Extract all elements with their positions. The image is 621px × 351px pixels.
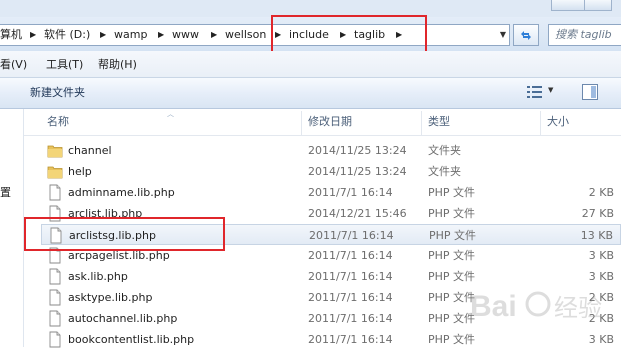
column-divider[interactable]: [301, 111, 302, 136]
baidu-watermark-logo: Bai 经验: [470, 290, 602, 323]
file-name: asktype.lib.php: [68, 291, 153, 304]
file-name: arcpagelist.lib.php: [68, 249, 170, 262]
column-header-name[interactable]: 名称: [47, 115, 69, 129]
file-name: bookcontentlist.lib.php: [68, 333, 195, 346]
file-icon: [47, 247, 63, 264]
maximize-button[interactable]: [584, 0, 612, 11]
file-type: PHP 文件: [428, 333, 476, 346]
breadcrumb-taglib[interactable]: taglib: [354, 27, 385, 43]
breadcrumb-wellson[interactable]: wellson: [225, 27, 266, 43]
menu-bar: [0, 51, 621, 78]
refresh-button[interactable]: [513, 24, 539, 46]
file-type: PHP 文件: [428, 186, 476, 199]
view-options-icon[interactable]: [527, 85, 543, 99]
menu-view[interactable]: 看(V): [0, 58, 27, 72]
new-folder-button[interactable]: 新建文件夹: [24, 84, 91, 102]
breadcrumb-separator-icon[interactable]: ▶: [158, 27, 164, 43]
file-size: 27 KB: [581, 207, 614, 220]
file-date: 2011/7/1 16:14: [308, 249, 393, 262]
file-type: PHP 文件: [428, 291, 476, 304]
file-type: PHP 文件: [428, 312, 476, 325]
folder-icon: [47, 142, 63, 159]
file-type: PHP 文件: [428, 207, 476, 220]
file-icon: [48, 227, 64, 244]
column-header-size[interactable]: 大小: [547, 115, 569, 129]
breadcrumb-separator-icon[interactable]: ▶: [340, 27, 346, 43]
file-icon: [47, 310, 63, 327]
breadcrumb-drive-d[interactable]: 软件 (D:): [44, 27, 90, 43]
file-row[interactable]: adminname.lib.php 2011/7/1 16:14 PHP 文件 2 K…: [41, 182, 621, 203]
file-date: 2011/7/1 16:14: [308, 291, 393, 304]
file-row[interactable]: arclistsg.lib.php 2011/7/1 16:14 PHP 文件 13 …: [41, 224, 621, 245]
preview-pane-icon[interactable]: [582, 84, 598, 100]
breadcrumb-wamp[interactable]: wamp: [114, 27, 147, 43]
file-date: 2014/12/21 15:46: [308, 207, 407, 220]
refresh-icon: [521, 31, 531, 40]
file-date: 2011/7/1 16:14: [308, 186, 393, 199]
file-icon: [47, 205, 63, 222]
file-date: 2011/7/1 16:14: [308, 312, 393, 325]
file-icon: [47, 289, 63, 306]
file-name: ask.lib.php: [68, 270, 128, 283]
menu-help[interactable]: 帮助(H): [98, 58, 137, 72]
file-type: PHP 文件: [429, 229, 477, 242]
file-row[interactable]: arcpagelist.lib.php 2011/7/1 16:14 PHP 文件 3…: [41, 245, 621, 266]
breadcrumb-separator-icon[interactable]: ▶: [211, 27, 217, 43]
file-type: PHP 文件: [428, 270, 476, 283]
file-icon: [47, 268, 63, 285]
file-size: 3 KB: [588, 249, 614, 262]
file-name: arclist.lib.php: [68, 207, 143, 220]
file-icon: [47, 331, 63, 348]
folder-icon: [47, 163, 63, 180]
file-size: 13 KB: [580, 229, 613, 242]
file-type: 文件夹: [428, 144, 461, 157]
menu-tools[interactable]: 工具(T): [46, 58, 83, 72]
navigation-pane: [0, 109, 24, 347]
file-date: 2014/11/25 13:24: [308, 144, 407, 157]
search-box[interactable]: [548, 24, 621, 46]
column-divider[interactable]: [540, 111, 541, 136]
column-header-type[interactable]: 类型: [428, 115, 450, 129]
address-dropdown-icon[interactable]: ▼: [497, 27, 509, 43]
svg-text:经验: 经验: [554, 295, 602, 322]
file-name: arclistsg.lib.php: [69, 229, 156, 242]
file-row[interactable]: arclist.lib.php 2014/12/21 15:46 PHP 文件 27 …: [41, 203, 621, 224]
breadcrumb-separator-icon[interactable]: ▶: [30, 27, 36, 43]
file-name: help: [68, 165, 92, 178]
file-size: 3 KB: [588, 333, 614, 346]
nav-pane-label[interactable]: 置: [0, 184, 11, 200]
file-name: channel: [68, 144, 112, 157]
file-icon: [47, 184, 63, 201]
file-date: 2011/7/1 16:14: [308, 333, 393, 346]
column-header-date[interactable]: 修改日期: [308, 115, 352, 129]
breadcrumb-separator-icon[interactable]: ▶: [100, 27, 106, 43]
minimize-button[interactable]: [551, 0, 585, 11]
column-divider[interactable]: [421, 111, 422, 136]
sort-ascending-icon: ︿: [167, 110, 174, 118]
file-row[interactable]: help 2014/11/25 13:24 文件夹: [41, 161, 621, 182]
breadcrumb-include[interactable]: include: [289, 27, 329, 43]
breadcrumb-separator-icon[interactable]: ▶: [275, 27, 281, 43]
file-name: autochannel.lib.php: [68, 312, 178, 325]
search-input[interactable]: [549, 25, 621, 43]
breadcrumb-www[interactable]: www: [172, 27, 199, 43]
file-date: 2014/11/25 13:24: [308, 165, 407, 178]
file-row[interactable]: channel 2014/11/25 13:24 文件夹: [41, 140, 621, 161]
view-dropdown-icon[interactable]: ▼: [548, 86, 553, 94]
file-type: 文件夹: [428, 165, 461, 178]
file-type: PHP 文件: [428, 249, 476, 262]
breadcrumb-separator-icon[interactable]: ▶: [396, 27, 402, 43]
file-date: 2011/7/1 16:14: [308, 270, 393, 283]
file-date: 2011/7/1 16:14: [309, 229, 394, 242]
file-name: adminname.lib.php: [68, 186, 175, 199]
window-top-strip: [0, 0, 621, 17]
breadcrumb-computer[interactable]: 算机: [0, 27, 22, 43]
svg-text:Bai: Bai: [470, 290, 517, 323]
file-size: 2 KB: [588, 186, 614, 199]
